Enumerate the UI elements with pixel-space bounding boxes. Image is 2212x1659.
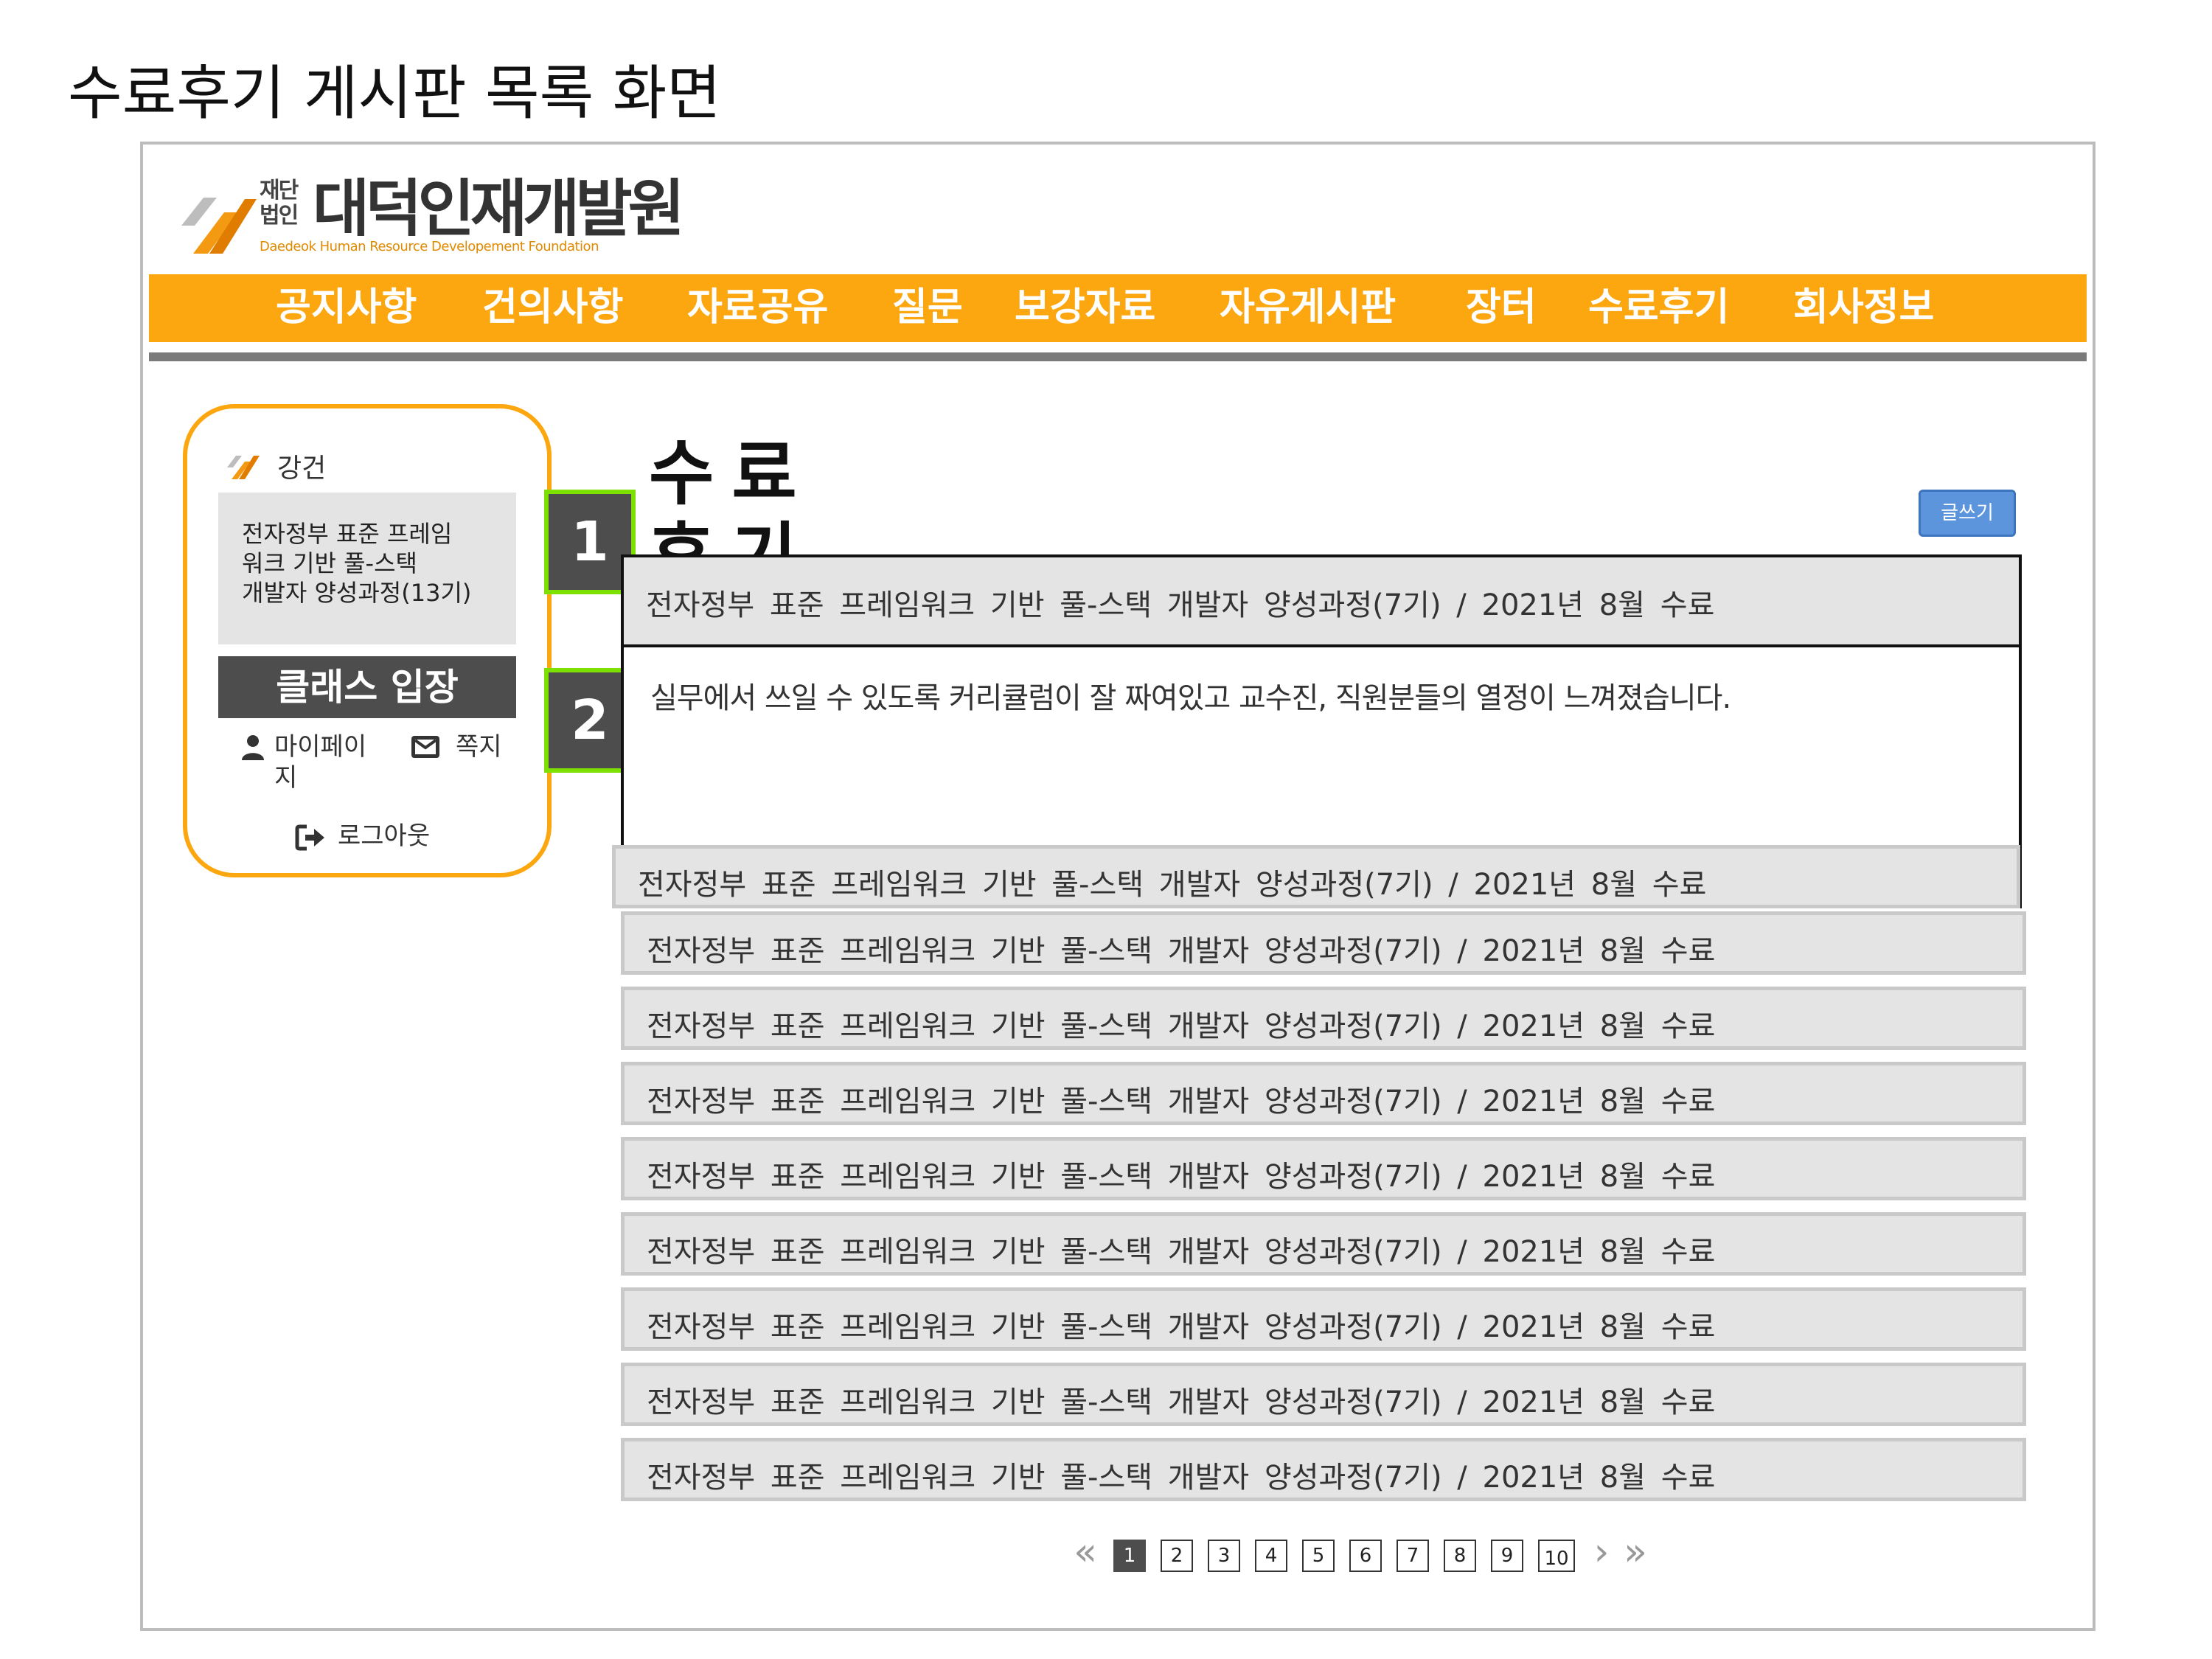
list-item-title: 전자정부 표준 프레임워크 기반 풀-스택 개발자 양성과정(7기) / 202… xyxy=(647,1160,1716,1194)
nav-item-resources[interactable]: 자료공유 xyxy=(687,282,828,333)
page-3[interactable]: 3 xyxy=(1208,1540,1240,1572)
logo-mark-icon xyxy=(181,198,257,254)
list-item[interactable]: 전자정부 표준 프레임워크 기반 풀-스택 개발자 양성과정(7기) / 202… xyxy=(621,1287,2026,1351)
list-item-title: 전자정부 표준 프레임워크 기반 풀-스택 개발자 양성과정(7기) / 202… xyxy=(647,1385,1716,1419)
envelope-icon xyxy=(411,736,439,758)
list-item-title: 전자정부 표준 프레임워크 기반 풀-스택 개발자 양성과정(7기) / 202… xyxy=(647,1310,1716,1344)
course-name-line: 개발자 양성과정(13기) xyxy=(242,579,472,607)
page-2[interactable]: 2 xyxy=(1161,1540,1193,1572)
list-item-title: 전자정부 표준 프레임워크 기반 풀-스택 개발자 양성과정(7기) / 202… xyxy=(647,1461,1716,1495)
logout-label: 로그아웃 xyxy=(338,821,431,851)
page-4[interactable]: 4 xyxy=(1255,1540,1287,1572)
logo-name: 대덕인재개발원 xyxy=(313,173,685,245)
list-item[interactable]: 전자정부 표준 프레임워크 기반 풀-스택 개발자 양성과정(7기) / 202… xyxy=(621,1363,2026,1426)
list-item[interactable]: 전자정부 표준 프레임워크 기반 풀-스택 개발자 양성과정(7기) / 202… xyxy=(612,845,2020,908)
list-item-title: 전자정부 표준 프레임워크 기반 풀-스택 개발자 양성과정(7기) / 202… xyxy=(647,1085,1716,1119)
logo-corp-type: 재단법인 xyxy=(260,178,299,229)
list-item[interactable]: 전자정부 표준 프레임워크 기반 풀-스택 개발자 양성과정(7기) / 202… xyxy=(621,1438,2026,1501)
list-item[interactable]: 전자정부 표준 프레임워크 기반 풀-스택 개발자 양성과정(7기) / 202… xyxy=(621,1062,2026,1125)
orange-logo-icon xyxy=(227,456,260,479)
nav-item-reviews[interactable]: 수료후기 xyxy=(1588,282,1729,333)
page-7[interactable]: 7 xyxy=(1397,1540,1429,1572)
page-8[interactable]: 8 xyxy=(1444,1540,1476,1572)
pagination: « 1 2 3 4 5 6 7 8 9 10 › » xyxy=(1069,1533,1652,1576)
mypage-link[interactable]: 마이페이지 xyxy=(236,730,383,796)
sign-out-icon xyxy=(295,824,324,851)
page-5[interactable]: 5 xyxy=(1302,1540,1335,1572)
expanded-post-title-row[interactable]: 전자정부 표준 프레임워크 기반 풀-스택 개발자 양성과정(7기) / 202… xyxy=(624,557,2019,647)
message-link[interactable]: 쪽지 xyxy=(408,730,519,765)
main-nav: 공지사항 건의사항 자료공유 질문 보강자료 자유게시판 장터 수료후기 회사정… xyxy=(149,274,2087,342)
document-title: 수료후기 게시판 목록 화면 xyxy=(68,59,721,128)
list-item-title: 전자정부 표준 프레임워크 기반 풀-스택 개발자 양성과정(7기) / 202… xyxy=(647,1235,1716,1269)
write-button[interactable]: 글쓰기 xyxy=(1919,490,2016,537)
nav-item-notice[interactable]: 공지사항 xyxy=(276,282,417,333)
list-item-title: 전자정부 표준 프레임워크 기반 풀-스택 개발자 양성과정(7기) / 202… xyxy=(647,1009,1716,1043)
course-name-box: 전자정부 표준 프레임 워크 기반 풀-스택 개발자 양성과정(13기) xyxy=(218,493,516,644)
page-title: 수료 후기 xyxy=(649,432,815,557)
page-1[interactable]: 1 xyxy=(1113,1540,1146,1572)
nav-item-free-board[interactable]: 자유게시판 xyxy=(1220,282,1396,333)
expanded-post-body: 실무에서 쓰일 수 있도록 커리큘럼이 잘 짜여있고 교수진, 직원분들의 열정… xyxy=(650,681,1731,715)
nav-item-market[interactable]: 장터 xyxy=(1466,282,1537,333)
user-icon xyxy=(242,735,264,760)
page-9[interactable]: 9 xyxy=(1491,1540,1523,1572)
last-page-icon[interactable]: » xyxy=(1619,1533,1652,1572)
page-10[interactable]: 10 xyxy=(1538,1540,1575,1572)
list-item[interactable]: 전자정부 표준 프레임워크 기반 풀-스택 개발자 양성과정(7기) / 202… xyxy=(621,987,2026,1050)
enter-class-button[interactable]: 클래스 입장 xyxy=(218,656,516,718)
list-item[interactable]: 전자정부 표준 프레임워크 기반 풀-스택 개발자 양성과정(7기) / 202… xyxy=(621,1212,2026,1276)
mypage-label: 마이페이지 xyxy=(274,732,367,793)
first-page-icon[interactable]: « xyxy=(1069,1533,1102,1572)
nav-divider xyxy=(149,352,2087,361)
message-label: 쪽지 xyxy=(456,732,502,762)
lecture-label: 강건 xyxy=(277,453,327,484)
expanded-post-title: 전자정부 표준 프레임워크 기반 풀-스택 개발자 양성과정(7기) / 202… xyxy=(646,588,1715,622)
nav-item-supplementary[interactable]: 보강자료 xyxy=(1015,282,1155,333)
logout-link[interactable]: 로그아웃 xyxy=(295,820,457,855)
list-item[interactable]: 전자정부 표준 프레임워크 기반 풀-스택 개발자 양성과정(7기) / 202… xyxy=(621,1137,2026,1200)
list-item[interactable]: 전자정부 표준 프레임워크 기반 풀-스택 개발자 양성과정(7기) / 202… xyxy=(621,911,2026,975)
logo-subtitle: Daedeok Human Resource Developement Foun… xyxy=(260,239,599,254)
nav-item-suggestions[interactable]: 건의사항 xyxy=(482,282,623,333)
next-page-icon[interactable]: › xyxy=(1585,1533,1618,1572)
course-name-line: 전자정부 표준 프레임 xyxy=(242,520,453,548)
list-item-title: 전자정부 표준 프레임워크 기반 풀-스택 개발자 양성과정(7기) / 202… xyxy=(647,934,1716,968)
site-logo[interactable]: 재단법인 대덕인재개발원 Daedeok Human Resource Deve… xyxy=(177,177,685,258)
nav-item-questions[interactable]: 질문 xyxy=(892,282,963,333)
nav-item-company[interactable]: 회사정보 xyxy=(1793,282,1934,333)
list-item-title: 전자정부 표준 프레임워크 기반 풀-스택 개발자 양성과정(7기) / 202… xyxy=(638,868,1707,902)
page-6[interactable]: 6 xyxy=(1349,1540,1382,1572)
course-name-line: 워크 기반 풀-스택 xyxy=(242,549,417,577)
